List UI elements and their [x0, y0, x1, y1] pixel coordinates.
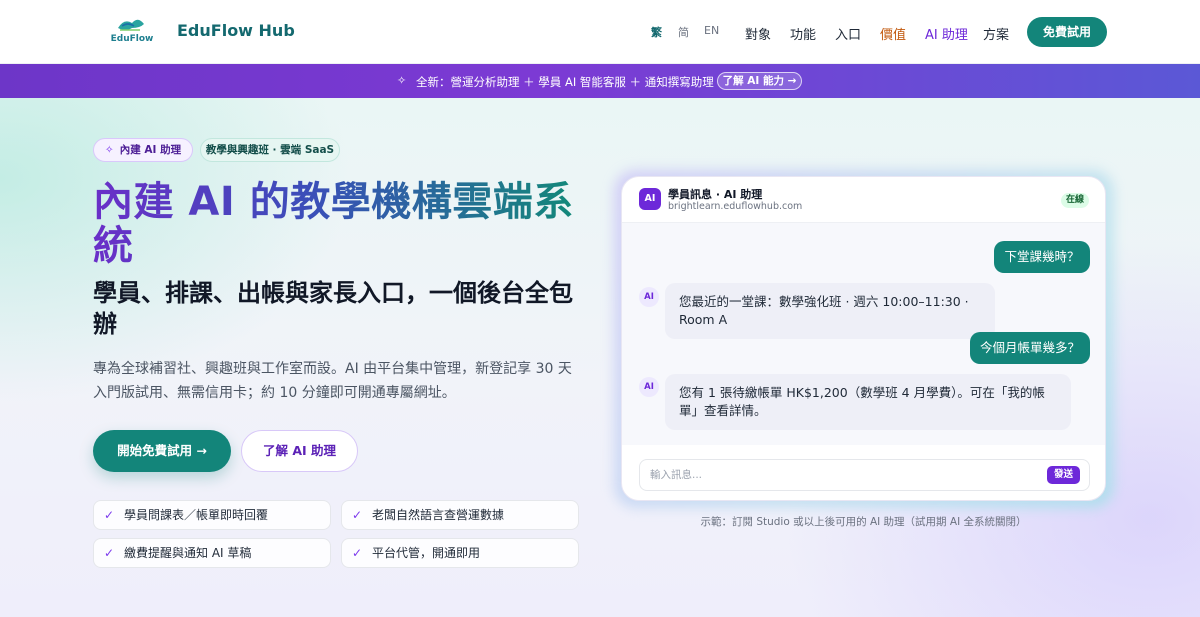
feature-label: 老闆自然語言查營運數據	[372, 508, 505, 522]
nav-link-ai-assistant[interactable]: AI 助理	[925, 24, 968, 43]
feature-item: ✓ 學員問課表／帳單即時回覆	[93, 500, 331, 530]
chat-title: 學員訊息 · AI 助理	[668, 188, 763, 201]
status-badge: 在線	[1061, 193, 1089, 208]
saas-pill: 教學與興趣班 · 雲端 SaaS	[200, 138, 340, 162]
user-message: 今個月帳單幾多？	[970, 332, 1090, 364]
ai-badge-icon: AI	[639, 188, 661, 210]
learn-ai-link[interactable]: 了解 AI 能力 →	[717, 72, 802, 90]
feature-label: 學員問課表／帳單即時回覆	[124, 508, 269, 522]
ai-avatar: AI	[639, 377, 659, 397]
sparkle-icon: ✧	[104, 144, 114, 156]
pill-ai-label: 內建 AI 助理	[119, 144, 182, 156]
lang-simplified[interactable]: 简	[678, 24, 689, 40]
chat-input-row: 發送	[639, 459, 1090, 491]
top-nav: EduFlow EduFlow Hub 繁 简 EN 對象 功能 入口 價值 A…	[0, 0, 1200, 64]
logo-wordmark: EduFlow	[110, 34, 154, 44]
chat-input[interactable]	[650, 460, 1030, 490]
feature-label: 繳費提醒與通知 AI 草稿	[124, 546, 252, 560]
ai-message: 您有 1 張待繳帳單 HK$1,200（數學班 4 月學費）。可在「我的帳單」查…	[665, 374, 1071, 430]
user-message: 下堂課幾時？	[994, 241, 1090, 273]
brand-name[interactable]: EduFlow Hub	[177, 21, 295, 40]
feature-label: 平台代管，開通即用	[372, 546, 481, 560]
lang-traditional[interactable]: 繁	[651, 24, 662, 40]
learn-ai-assistant-button[interactable]: 了解 AI 助理	[241, 430, 358, 472]
hero-title: 內建 AI 的教學機構雲端系統	[93, 180, 583, 268]
check-icon: ✓	[104, 508, 115, 522]
free-trial-button[interactable]: 免費試用	[1027, 17, 1107, 47]
start-free-trial-button[interactable]: 開始免費試用 →	[93, 430, 231, 472]
ai-message: 您最近的一堂課：數學強化班 · 週六 10:00–11:30 · Room A	[665, 283, 995, 339]
ai-assistant-pill: ✧ 內建 AI 助理	[93, 138, 193, 162]
lang-english[interactable]: EN	[704, 24, 719, 37]
send-button[interactable]: 發送	[1047, 466, 1080, 484]
nav-link-features[interactable]: 功能	[790, 24, 816, 43]
hero-subtitle: 學員、排課、出帳與家長入口，一個後台全包辦	[93, 279, 573, 338]
nav-link-value[interactable]: 價值	[880, 24, 906, 43]
chat-caption: 示範：訂閱 Studio 或以上後可用的 AI 助理（試用期 AI 全系統關閉）	[700, 516, 1027, 528]
hero-description: 專為全球補習社、興趣班與工作室而設。AI 由平台集中管理，新登記享 30 天入門…	[93, 361, 572, 401]
announcement-banner: ✧ 全新：營運分析助理 ＋ 學員 AI 智能客服 ＋ 通知撰寫助理 了解 AI …	[0, 64, 1200, 98]
chat-messages: 下堂課幾時？ AI 您最近的一堂課：數學強化班 · 週六 10:00–11:30…	[622, 223, 1105, 445]
nav-link-audience[interactable]: 對象	[745, 24, 771, 43]
check-icon: ✓	[104, 546, 115, 560]
chat-header: AI 學員訊息 · AI 助理 brightlearn.eduflowhub.c…	[622, 177, 1105, 223]
sparkle-icon: ✧	[397, 74, 407, 87]
chat-demo-card: AI 學員訊息 · AI 助理 brightlearn.eduflowhub.c…	[621, 176, 1106, 501]
feature-item: ✓ 平台代管，開通即用	[341, 538, 579, 568]
chat-domain: brightlearn.eduflowhub.com	[668, 201, 803, 212]
feature-item: ✓ 繳費提醒與通知 AI 草稿	[93, 538, 331, 568]
nav-link-portal[interactable]: 入口	[835, 24, 861, 43]
ai-avatar: AI	[639, 287, 659, 307]
nav-link-plans[interactable]: 方案	[983, 24, 1009, 43]
banner-text: 全新：營運分析助理 ＋ 學員 AI 智能客服 ＋ 通知撰寫助理	[416, 75, 714, 89]
feature-item: ✓ 老闆自然語言查營運數據	[341, 500, 579, 530]
check-icon: ✓	[352, 546, 363, 560]
check-icon: ✓	[352, 508, 363, 522]
